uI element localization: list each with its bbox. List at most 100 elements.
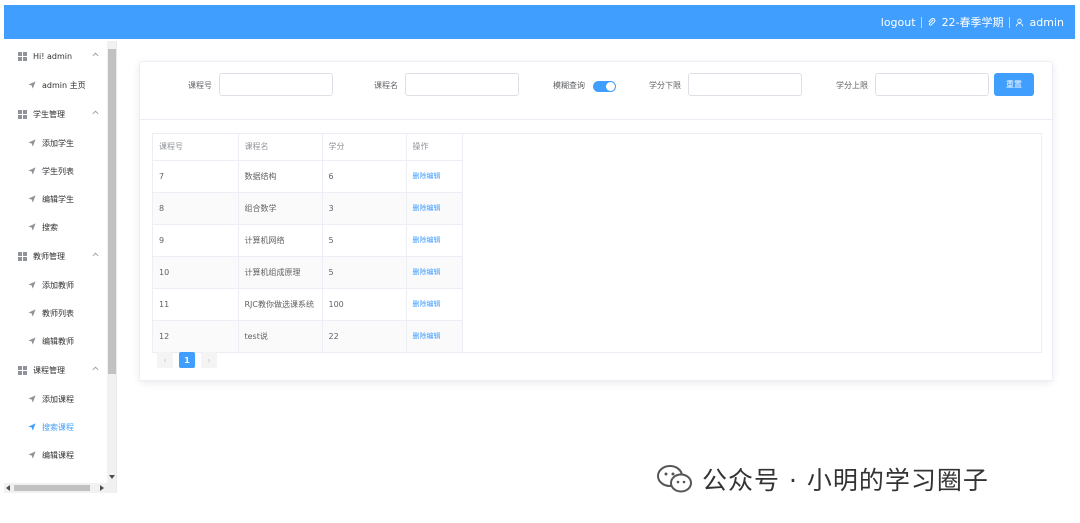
chevron-up-icon <box>92 366 99 371</box>
delete-link[interactable]: 删除 <box>413 204 427 212</box>
course-id-label: 课程号 <box>188 81 212 90</box>
send-icon <box>28 195 36 203</box>
reset-button[interactable]: 重置 <box>994 73 1034 96</box>
sidebar-item-label: 添加教师 <box>42 280 74 290</box>
cell-actions: 删除编辑 <box>406 256 463 289</box>
sidebar-item-student-list[interactable]: 学生列表 <box>4 157 107 185</box>
switch-knob <box>606 82 615 91</box>
pagination: ‹ 1 › <box>157 352 223 368</box>
table-row: 9 计算机网络 5 删除编辑 <box>153 224 463 257</box>
edit-link[interactable]: 编辑 <box>427 172 441 180</box>
credit-min-label: 学分下限 <box>649 81 681 90</box>
sidebar-item-add-course[interactable]: 添加课程 <box>4 385 107 413</box>
edit-link[interactable]: 编辑 <box>427 236 441 244</box>
edit-link[interactable]: 编辑 <box>427 300 441 308</box>
menu-group-title: Hi! admin <box>33 51 73 61</box>
cell-actions: 删除编辑 <box>406 320 463 353</box>
sidebar-item-label: admin 主页 <box>42 80 86 90</box>
menu-group-title: 课程管理 <box>33 365 65 375</box>
course-id-input[interactable] <box>219 73 333 96</box>
sidebar-item-label: 教师列表 <box>42 308 74 318</box>
header-divider <box>1008 16 1010 28</box>
column-header: 学分 <box>322 134 407 161</box>
scrollbar-thumb[interactable] <box>14 485 90 491</box>
watermark-text: 公众号 · 小明的学习圈子 <box>702 466 989 495</box>
course-name-input[interactable] <box>405 73 519 96</box>
delete-link[interactable]: 删除 <box>413 236 427 244</box>
table-row: 12 test说 22 删除编辑 <box>153 320 463 353</box>
menu-group-home[interactable]: Hi! admin <box>4 41 107 71</box>
user-icon <box>1015 18 1024 27</box>
table-header-row: 课程号 课程名 学分 操作 <box>153 134 463 161</box>
menu-group-teacher[interactable]: 教师管理 <box>4 241 107 271</box>
cell-credit: 22 <box>322 320 407 353</box>
sidebar: Hi! admin admin 主页 学生管理 添加学生 学生列表 编辑学生 搜… <box>4 41 117 493</box>
delete-link[interactable]: 删除 <box>413 300 427 308</box>
sidebar-item-add-student[interactable]: 添加学生 <box>4 129 107 157</box>
edit-link[interactable]: 编辑 <box>427 268 441 276</box>
credit-max-input[interactable] <box>875 73 989 96</box>
sidebar-item-edit-course[interactable]: 编辑课程 <box>4 441 107 469</box>
course-table: 课程号 课程名 学分 操作 7 数据结构 6 删除编辑 8 组合数学 3 删除编 <box>152 133 1042 353</box>
cell-actions: 删除编辑 <box>406 288 463 321</box>
sidebar-vertical-scrollbar[interactable] <box>107 41 116 493</box>
cell-credit: 5 <box>322 256 407 289</box>
send-icon <box>28 309 36 317</box>
send-icon <box>28 81 36 89</box>
header-divider <box>920 16 922 28</box>
course-search-card: 课程号 课程名 模糊查询 学分下限 学分上限 重置 课程号 课程名 学分 操作 <box>139 61 1053 381</box>
menu-group-course[interactable]: 课程管理 <box>4 355 107 385</box>
cell-course-name: RJC教你做选课系统 <box>238 288 323 321</box>
delete-link[interactable]: 删除 <box>413 172 427 180</box>
credit-min-input[interactable] <box>688 73 802 96</box>
delete-link[interactable]: 删除 <box>413 332 427 340</box>
sidebar-item-label: 添加课程 <box>42 394 74 404</box>
fuzzy-query-switch[interactable] <box>593 81 616 92</box>
course-name-label: 课程名 <box>374 81 398 90</box>
sidebar-item-add-teacher[interactable]: 添加教师 <box>4 271 107 299</box>
sidebar-item-teacher-list[interactable]: 教师列表 <box>4 299 107 327</box>
sidebar-item-search-course[interactable]: 搜索课程 <box>4 413 107 441</box>
menu-group-student[interactable]: 学生管理 <box>4 99 107 129</box>
cell-credit: 5 <box>322 224 407 257</box>
send-icon <box>28 337 36 345</box>
grid-icon <box>18 251 27 261</box>
top-header: logout 22-春季学期 admin <box>4 5 1075 39</box>
next-page-button[interactable]: › <box>201 352 217 368</box>
cell-credit: 100 <box>322 288 407 321</box>
edit-link[interactable]: 编辑 <box>427 332 441 340</box>
sidebar-item-label: 搜索课程 <box>42 422 74 432</box>
sidebar-item-label: 添加学生 <box>42 138 74 148</box>
send-icon <box>28 423 36 431</box>
scroll-right-arrow-icon[interactable] <box>100 485 104 491</box>
prev-page-button[interactable]: ‹ <box>157 352 173 368</box>
cell-course-id: 8 <box>153 192 239 225</box>
logout-link[interactable]: logout <box>881 16 916 29</box>
chevron-up-icon <box>92 252 99 257</box>
cell-actions: 删除编辑 <box>406 224 463 257</box>
cell-course-name: 组合数学 <box>238 192 323 225</box>
send-icon <box>28 451 36 459</box>
sidebar-item-edit-teacher[interactable]: 编辑教师 <box>4 327 107 355</box>
page-number-button[interactable]: 1 <box>179 352 195 368</box>
header-right: logout 22-春季学期 admin <box>881 5 1064 39</box>
scroll-down-arrow-icon[interactable] <box>109 475 115 479</box>
sidebar-item-edit-student[interactable]: 编辑学生 <box>4 185 107 213</box>
delete-link[interactable]: 删除 <box>413 268 427 276</box>
sidebar-horizontal-scrollbar[interactable] <box>4 483 107 493</box>
column-header: 课程名 <box>238 134 323 161</box>
send-icon <box>28 223 36 231</box>
semester-label: 22-春季学期 <box>941 16 1004 29</box>
scroll-left-arrow-icon[interactable] <box>6 485 10 491</box>
course-table-grid: 课程号 课程名 学分 操作 7 数据结构 6 删除编辑 8 组合数学 3 删除编 <box>153 134 463 353</box>
cell-course-id: 9 <box>153 224 239 257</box>
current-user: admin <box>1029 15 1064 29</box>
send-icon <box>28 395 36 403</box>
sidebar-item-label: 编辑课程 <box>42 450 74 460</box>
sidebar-item-admin-home[interactable]: admin 主页 <box>4 71 107 99</box>
scrollbar-thumb[interactable] <box>108 49 116 374</box>
wechat-icon <box>657 465 692 493</box>
edit-link[interactable]: 编辑 <box>427 204 441 212</box>
sidebar-item-search-student[interactable]: 搜索 <box>4 213 107 241</box>
sidebar-item-label: 搜索 <box>42 222 58 232</box>
